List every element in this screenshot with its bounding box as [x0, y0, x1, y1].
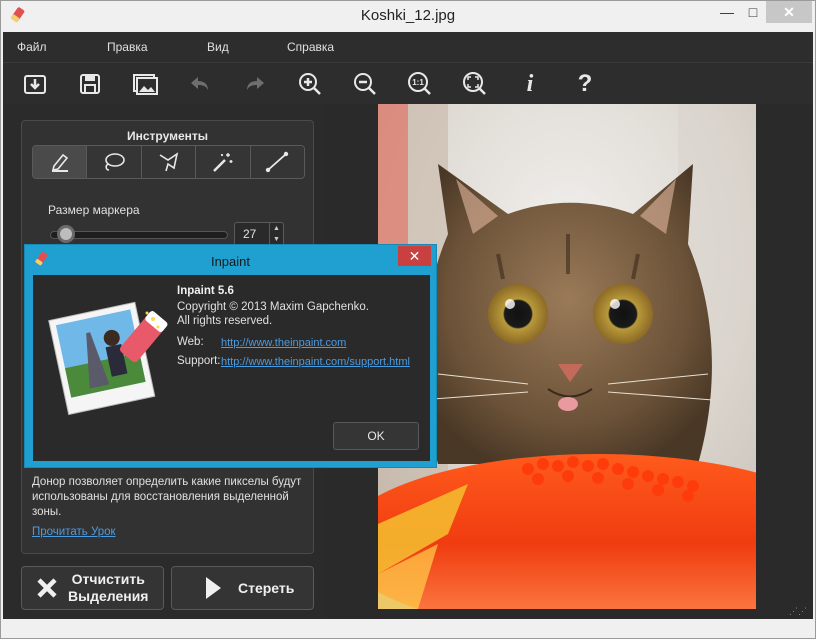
zoom-actual-icon: 1:1	[408, 72, 431, 95]
menu-file[interactable]: Файл	[17, 40, 47, 54]
redo-button[interactable]	[240, 69, 270, 99]
zoom-out-icon	[354, 73, 376, 95]
app-logo-icon	[48, 301, 168, 416]
info-button[interactable]: i	[515, 69, 545, 99]
zoom-actual-button[interactable]: 1:1	[405, 69, 435, 99]
erase-label: Стереть	[238, 580, 295, 596]
undo-button[interactable]	[185, 69, 215, 99]
tool-polygon[interactable]	[141, 146, 197, 178]
tool-description: Донор позволяет определить какие пикселы…	[32, 476, 302, 518]
dialog-close-button[interactable]: ✕	[398, 246, 431, 266]
save-icon	[80, 74, 100, 94]
menu-help[interactable]: Справка	[287, 40, 334, 54]
lasso-icon	[105, 153, 125, 171]
image-button[interactable]	[130, 69, 160, 99]
slider-handle[interactable]	[57, 225, 75, 243]
save-button[interactable]	[75, 69, 105, 99]
tool-selector	[32, 145, 305, 179]
menu-view[interactable]: Вид	[207, 40, 229, 54]
erase-button[interactable]: Стереть	[171, 566, 314, 610]
menu-bar: Файл Правка Вид Справка	[3, 32, 813, 62]
marker-size-stepper[interactable]: 27 ▲ ▼	[234, 222, 284, 246]
zoom-fit-icon	[463, 72, 486, 95]
line-icon	[266, 151, 289, 173]
title-bar: Koshki_12.jpg — □ ✕	[1, 1, 815, 32]
marker-size-label: Размер маркера	[48, 203, 140, 217]
stepper-arrows[interactable]: ▲ ▼	[269, 223, 283, 245]
tool-line[interactable]	[250, 146, 304, 178]
lesson-link[interactable]: Прочитать Урок	[32, 526, 116, 538]
redo-icon	[247, 77, 264, 90]
open-icon	[24, 75, 46, 94]
zoom-fit-button[interactable]	[460, 69, 490, 99]
app-window: Koshki_12.jpg — □ ✕ Файл Правка Вид Спра…	[0, 0, 816, 639]
dialog-body: Inpaint 5.6 Copyright © 2013 Maxim Gapch…	[33, 275, 430, 461]
zoom-out-button[interactable]	[350, 69, 380, 99]
marker-size-slider[interactable]	[50, 231, 228, 239]
clear-selection-button[interactable]: Отчистить Выделения	[21, 566, 164, 610]
zoom-in-button[interactable]	[295, 69, 325, 99]
dialog-rights: All rights reserved.	[177, 315, 273, 327]
maximize-button[interactable]: □	[740, 1, 766, 23]
dialog-web-label: Web:	[177, 336, 204, 348]
tool-marker[interactable]	[33, 146, 88, 178]
dialog-title: Inpaint	[210, 254, 251, 269]
window-title: Koshki_12.jpg	[360, 7, 456, 24]
magic-wand-icon	[213, 153, 233, 172]
help-button[interactable]: ?	[570, 69, 600, 99]
play-icon	[206, 577, 221, 599]
dialog-support-label: Support:	[177, 355, 221, 367]
info-icon: i	[526, 70, 534, 97]
image-icon	[133, 74, 158, 95]
dialog-version: Inpaint 5.6	[177, 285, 234, 297]
panel-title: Инструменты	[126, 129, 209, 143]
marker-size-value: 27	[243, 227, 257, 241]
polygonal-lasso-icon	[159, 152, 178, 172]
ok-button[interactable]: OK	[333, 422, 419, 450]
support-link[interactable]: http://www.theinpaint.com/support.html	[221, 356, 410, 368]
x-icon	[37, 578, 57, 598]
tool-magic-wand[interactable]	[196, 146, 251, 178]
clear-label-line2: Выделения	[68, 588, 149, 604]
menu-edit[interactable]: Правка	[107, 40, 148, 54]
zoom-actual-label: 1:1	[412, 78, 424, 87]
clear-label-line1: Отчистить	[71, 571, 145, 587]
help-icon: ?	[577, 70, 593, 97]
about-dialog: Inpaint ✕ Inpaint 5.6 Copyright © 2013 M…	[24, 244, 437, 468]
web-link[interactable]: http://www.theinpaint.com	[221, 337, 346, 349]
tool-lasso[interactable]	[87, 146, 142, 178]
undo-icon	[191, 77, 208, 90]
close-button[interactable]: ✕	[766, 1, 812, 23]
toolbar: 1:1 i ?	[3, 62, 813, 104]
open-button[interactable]	[20, 69, 50, 99]
minimize-button[interactable]: —	[714, 1, 740, 23]
dialog-copyright: Copyright © 2013 Maxim Gapchenko.	[177, 301, 369, 313]
zoom-in-icon	[299, 73, 321, 95]
marker-icon	[51, 153, 68, 172]
resize-grip-icon[interactable]: ⋰⋰	[789, 606, 807, 617]
